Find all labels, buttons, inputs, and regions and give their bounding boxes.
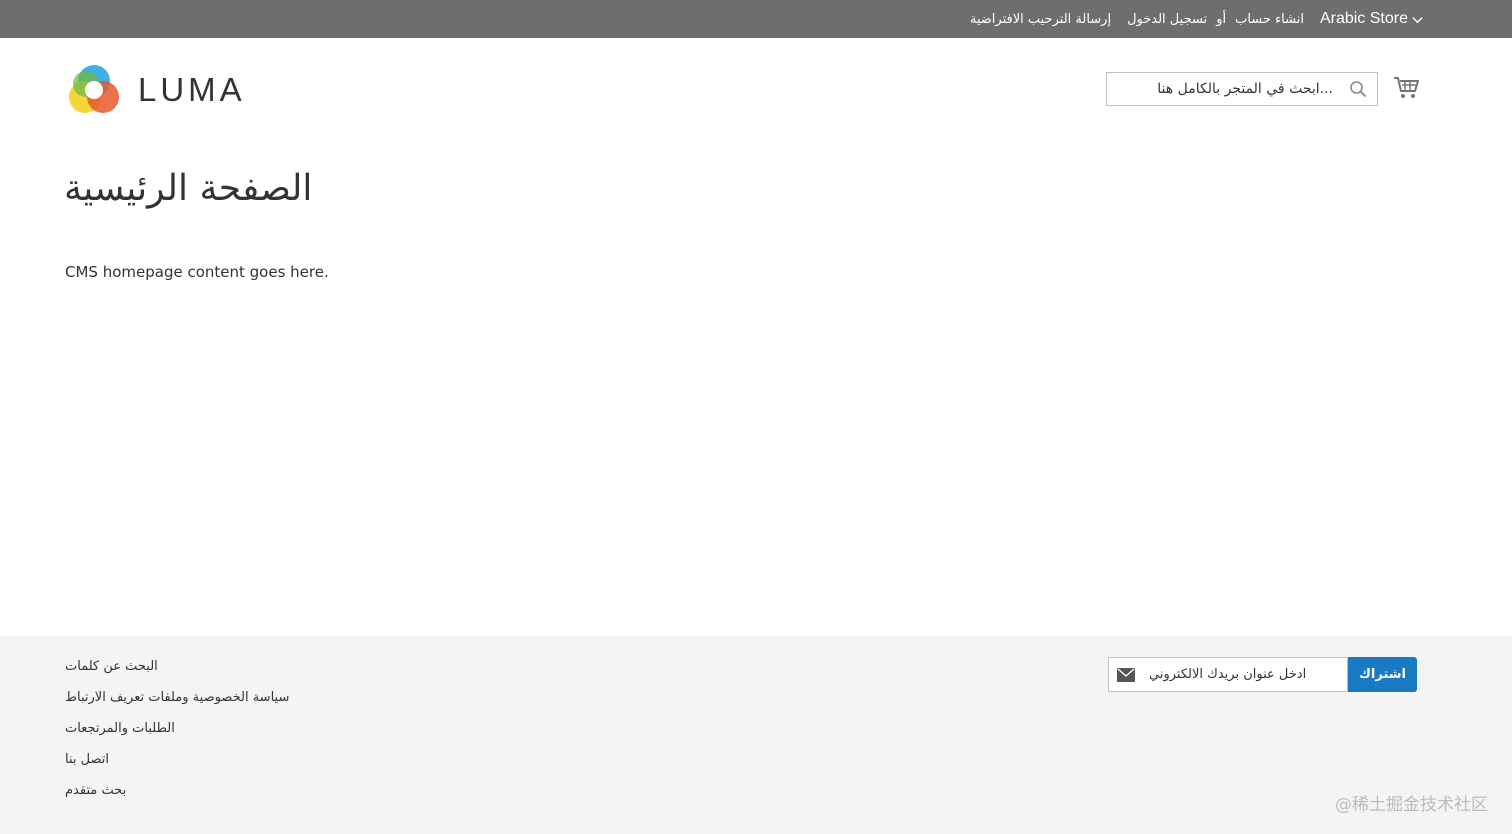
footer: البحث عن كلمات سياسة الخصوصية وملفات تعر… — [0, 636, 1512, 834]
footer-link-privacy[interactable]: سياسة الخصوصية وملفات تعريف الارتباط — [65, 689, 289, 720]
newsletter-email-input[interactable] — [1143, 658, 1343, 691]
footer-links: البحث عن كلمات سياسة الخصوصية وملفات تعر… — [65, 658, 289, 813]
logo[interactable]: LUMA — [66, 62, 246, 118]
search-box — [1106, 72, 1378, 106]
welcome-message: إرسالة الترحيب الافتراضية — [969, 11, 1112, 27]
or-separator: أو — [1216, 11, 1227, 27]
luma-logo-icon — [69, 65, 119, 113]
subscribe-button[interactable]: اشتراك — [1348, 657, 1417, 692]
footer-link-orders-returns[interactable]: الطلبات والمرتجعات — [65, 720, 289, 751]
chevron-down-icon — [1412, 16, 1423, 23]
footer-link-contact[interactable]: اتصل بنا — [65, 751, 289, 782]
cms-content: CMS homepage content goes here. — [65, 263, 329, 281]
search-icon[interactable] — [1349, 80, 1367, 98]
top-bar: إرسالة الترحيب الافتراضية تسجيل الدخول أ… — [0, 0, 1512, 38]
watermark: @稀土掘金技术社区 — [1335, 795, 1488, 815]
newsletter-form: اشتراك — [1108, 657, 1417, 692]
create-account-link[interactable]: انشاء حساب — [1235, 12, 1304, 27]
newsletter-field — [1108, 657, 1348, 692]
footer-link-search-terms[interactable]: البحث عن كلمات — [65, 658, 289, 689]
mail-icon — [1117, 668, 1135, 682]
store-switcher[interactable]: Arabic Store — [1320, 10, 1423, 28]
cart-icon[interactable] — [1393, 76, 1419, 100]
store-switcher-label: Arabic Store — [1319, 10, 1408, 27]
page-title: الصفحة الرئيسية — [64, 168, 313, 209]
logo-text: LUMA — [138, 71, 246, 108]
header-links: إرسالة الترحيب الافتراضية تسجيل الدخول أ… — [970, 0, 1423, 38]
sign-in-link[interactable]: تسجيل الدخول — [1127, 12, 1207, 27]
search-input[interactable] — [1107, 73, 1343, 105]
footer-link-advanced-search[interactable]: بحث متقدم — [65, 782, 289, 813]
